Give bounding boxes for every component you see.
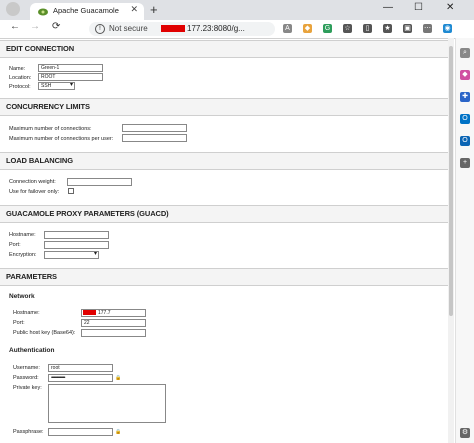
section-parameters: PARAMETERS <box>0 268 448 286</box>
grammar-icon[interactable]: G <box>323 24 332 33</box>
tab-bar: Apache Guacamole ✕ + — ☐ ✕ <box>0 0 474 20</box>
location-label: Location: <box>9 75 32 81</box>
private-key-textarea[interactable] <box>48 384 166 423</box>
tab-close-icon[interactable]: ✕ <box>130 4 138 15</box>
add-icon[interactable]: + <box>460 158 470 168</box>
connection-weight-label: Connection weight: <box>9 179 56 185</box>
hostname-redaction <box>83 310 96 315</box>
read-aloud-icon[interactable]: A <box>283 24 292 33</box>
more-icon[interactable]: ⋯ <box>423 24 432 33</box>
not-secure-label: Not secure <box>109 24 148 33</box>
section-load-balancing: LOAD BALANCING <box>0 152 448 170</box>
encryption-label: Encryption: <box>9 252 37 258</box>
split-screen-icon[interactable]: ▯ <box>363 24 372 33</box>
username-input[interactable]: root <box>48 364 113 372</box>
max-connections-label: Maximum number of connections: <box>9 126 92 132</box>
settings-icon[interactable]: ⚙ <box>460 428 470 438</box>
section-title: PARAMETERS <box>6 272 57 281</box>
shopping-icon[interactable]: ◆ <box>460 70 470 80</box>
close-window-button[interactable]: ✕ <box>446 2 454 13</box>
reload-button[interactable]: ⟳ <box>52 21 60 32</box>
url-text: 177.23:8080/g... <box>187 24 245 33</box>
section-edit-connection: EDIT CONNECTION <box>0 40 448 58</box>
host-key-label: Public host key (Base64): <box>13 330 76 336</box>
failover-checkbox[interactable] <box>68 188 74 194</box>
warning-icon: ! <box>95 24 105 34</box>
browser-tab[interactable]: Apache Guacamole ✕ <box>30 3 144 20</box>
passphrase-input[interactable] <box>48 428 113 436</box>
section-guacd: GUACAMOLE PROXY PARAMETERS (GUACD) <box>0 205 448 223</box>
maximize-button[interactable]: ☐ <box>414 2 423 13</box>
office-icon[interactable]: O <box>460 114 470 124</box>
name-label: Name: <box>9 66 26 72</box>
guacd-port-label: Port: <box>9 242 21 248</box>
max-connections-per-user-label: Maximum number of connections per user: <box>9 136 114 142</box>
section-concurrency: CONCURRENCY LIMITS <box>0 98 448 116</box>
sidebar: ⌕ ◆ ✚ O O + ⚙ <box>455 38 474 443</box>
host-key-input[interactable] <box>81 329 146 337</box>
port-input[interactable]: 22 <box>81 319 146 327</box>
favorites-icon[interactable]: ★ <box>383 24 392 33</box>
connection-weight-input[interactable] <box>67 178 132 186</box>
minimize-button[interactable]: — <box>383 2 393 13</box>
encryption-select[interactable] <box>44 251 99 259</box>
outlook-icon[interactable]: O <box>460 136 470 146</box>
location-input[interactable]: ROOT <box>38 73 103 81</box>
collections-icon[interactable]: ▣ <box>403 24 412 33</box>
forward-button[interactable]: → <box>30 21 40 32</box>
hostname-label: Hostname: <box>13 310 40 316</box>
lock-icon[interactable]: 🔒 <box>115 375 121 381</box>
back-button[interactable]: ← <box>10 21 20 32</box>
failover-label: Use for failover only: <box>9 189 60 195</box>
section-title: LOAD BALANCING <box>6 156 73 165</box>
section-title: GUACAMOLE PROXY PARAMETERS (GUACD) <box>6 209 169 218</box>
username-label: Username: <box>13 365 40 371</box>
new-tab-button[interactable]: + <box>150 2 158 17</box>
guacamole-icon <box>38 8 48 16</box>
copilot-icon[interactable]: ◉ <box>443 24 452 33</box>
network-title: Network <box>9 293 35 300</box>
private-key-label: Private key: <box>13 385 42 391</box>
max-connections-input[interactable] <box>122 124 187 132</box>
port-label: Port: <box>13 320 25 326</box>
page-content: ■ greencloud ▾ EDIT CONNECTION Name: Gre… <box>0 38 448 443</box>
passphrase-label: Passphrase: <box>13 429 44 435</box>
guacd-hostname-input[interactable] <box>44 231 109 239</box>
omnibox[interactable]: ! Not secure 177.23:8080/g... <box>89 22 275 36</box>
authentication-title: Authentication <box>9 347 55 354</box>
extension-icon[interactable]: ◆ <box>303 24 312 33</box>
guacd-port-input[interactable] <box>44 241 109 249</box>
section-title: EDIT CONNECTION <box>6 44 75 53</box>
password-label: Password: <box>13 375 39 381</box>
protocol-label: Protocol: <box>9 84 31 90</box>
name-input[interactable]: Green-1 <box>38 64 103 72</box>
star-icon[interactable]: ☆ <box>343 24 352 33</box>
section-title: CONCURRENCY LIMITS <box>6 102 90 111</box>
tools-icon[interactable]: ✚ <box>460 92 470 102</box>
search-icon[interactable]: ⌕ <box>460 48 470 58</box>
scrollbar-thumb[interactable] <box>449 46 453 316</box>
lock-icon[interactable]: 🔒 <box>115 429 121 435</box>
redaction <box>161 25 185 32</box>
max-connections-per-user-input[interactable] <box>122 134 187 142</box>
tab-title: Apache Guacamole <box>53 6 119 15</box>
profile-avatar[interactable] <box>6 2 20 16</box>
guacd-hostname-label: Hostname: <box>9 232 36 238</box>
protocol-select[interactable]: SSH <box>38 82 75 90</box>
address-bar: ← → ⟳ ! Not secure 177.23:8080/g... A ◆ … <box>0 20 474 39</box>
password-input[interactable]: •••••••••••••••••• <box>48 374 113 382</box>
